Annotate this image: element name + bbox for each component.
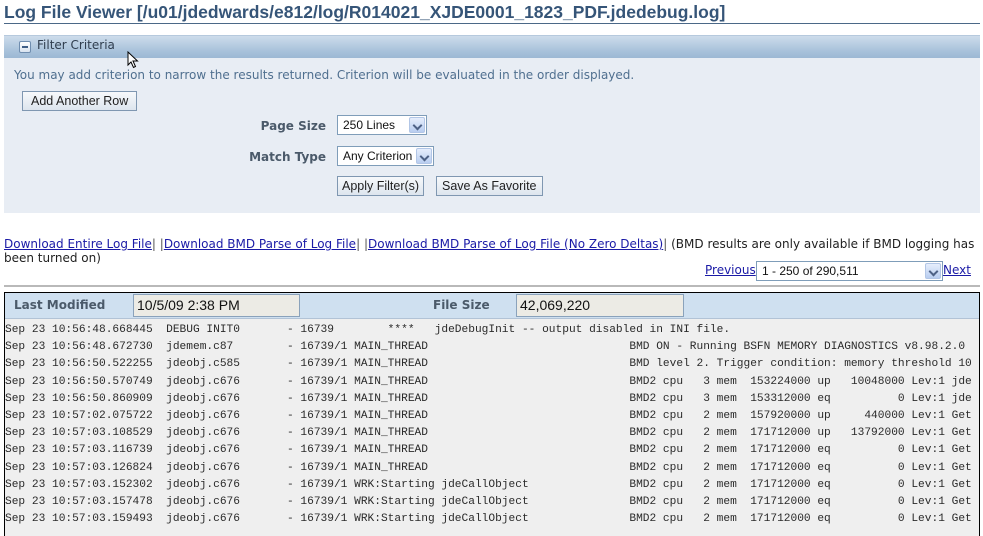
log-lines: Sep 23 10:56:48.668445 DEBUG INIT0 - 167…: [5, 322, 979, 528]
file-size-label: File Size: [433, 298, 490, 312]
page-range-select[interactable]: 1 - 250 of 290,511: [756, 261, 943, 281]
match-type-value: Any Criterion: [343, 149, 413, 163]
previous-page-link[interactable]: Previous: [705, 263, 756, 277]
match-type-select[interactable]: Any Criterion: [337, 146, 434, 166]
download-bmd-parse-nozero-link[interactable]: Download BMD Parse of Log File (No Zero …: [368, 237, 663, 251]
match-type-label: Match Type: [249, 150, 326, 164]
log-line: Sep 23 10:56:48.672730 jdemem.c87 - 1673…: [5, 341, 966, 354]
log-line: Sep 23 10:57:03.126824 jdeobj.c676 - 167…: [5, 461, 972, 474]
log-line: Sep 23 10:57:03.157478 jdeobj.c676 - 167…: [5, 495, 972, 508]
link-separator: |: [356, 237, 361, 251]
log-line: Sep 23 10:56:50.570749 jdeobj.c676 - 167…: [5, 375, 972, 388]
log-line: Sep 23 10:57:03.108529 jdeobj.c676 - 167…: [5, 427, 972, 440]
filter-criteria-header[interactable]: Filter Criteria: [4, 35, 980, 58]
log-line: Sep 23 10:56:48.668445 DEBUG INIT0 - 167…: [5, 324, 731, 336]
page-size-select[interactable]: 250 Lines: [337, 115, 427, 135]
filter-criteria-title: Filter Criteria: [37, 38, 115, 52]
collapse-minus-icon[interactable]: [19, 41, 31, 53]
log-line: Sep 23 10:56:50.860909 jdeobj.c676 - 167…: [5, 392, 972, 405]
chevron-down-icon[interactable]: [925, 263, 941, 279]
log-line: Sep 23 10:56:50.522255 jdeobj.c585 - 167…: [5, 358, 972, 371]
log-line: Sep 23 10:57:03.116739 jdeobj.c676 - 167…: [5, 444, 972, 457]
last-modified-label: Last Modified: [14, 298, 106, 312]
link-separator: |: [151, 237, 156, 251]
last-modified-value: 10/5/09 2:38 PM: [133, 294, 300, 317]
page-size-value: 250 Lines: [343, 118, 396, 132]
log-line: Sep 23 10:57:03.152302 jdeobj.c676 - 167…: [5, 478, 972, 491]
log-line: Sep 23 10:57:02.075722 jdeobj.c676 - 167…: [5, 409, 972, 422]
link-separator: |: [663, 237, 668, 251]
apply-filters-button[interactable]: Apply Filter(s): [337, 176, 425, 196]
divider: [4, 285, 980, 287]
log-line: Sep 23 10:57:03.159493 jdeobj.c676 - 167…: [5, 513, 972, 526]
download-bmd-parse-link[interactable]: Download BMD Parse of Log File: [164, 237, 356, 251]
page-size-label: Page Size: [260, 119, 326, 133]
file-info-bar: Last Modified 10/5/09 2:38 PM File Size …: [5, 293, 979, 319]
filter-hint-text: You may add criterion to narrow the resu…: [14, 68, 635, 82]
page-title: Log File Viewer [/u01/jdedwards/e812/log…: [4, 2, 980, 24]
page-range-value: 1 - 250 of 290,511: [762, 264, 859, 278]
file-size-value: 42,069,220: [516, 294, 684, 317]
log-content-panel[interactable]: Last Modified 10/5/09 2:38 PM File Size …: [4, 292, 980, 536]
download-entire-log-link[interactable]: Download Entire Log File: [4, 237, 152, 251]
chevron-down-icon[interactable]: [409, 117, 425, 133]
add-another-row-button[interactable]: Add Another Row: [22, 91, 138, 111]
save-as-favorite-button[interactable]: Save As Favorite: [436, 176, 543, 196]
chevron-down-icon[interactable]: [416, 148, 432, 164]
mouse-cursor-icon: [127, 51, 139, 69]
filter-criteria-panel: Filter Criteria You may add criterion to…: [4, 35, 980, 213]
next-page-link[interactable]: Next: [943, 263, 971, 277]
